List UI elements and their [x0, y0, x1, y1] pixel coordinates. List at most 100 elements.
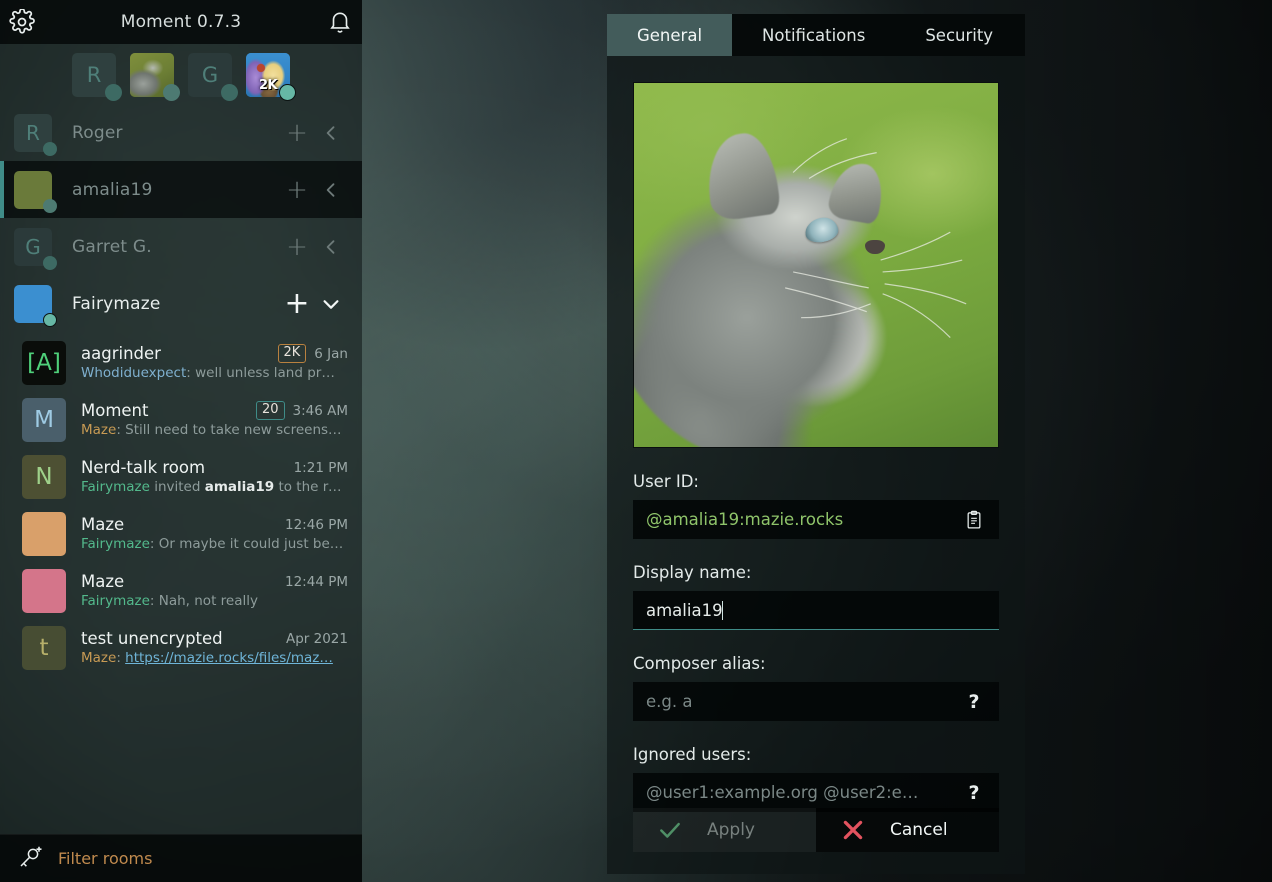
cancel-button[interactable]: Cancel: [816, 808, 999, 852]
room-text-block: test unencrypted Apr 2021 Maze: https://ma…: [81, 629, 348, 666]
preview-text: :: [116, 650, 126, 666]
clipboard-icon[interactable]: [959, 510, 989, 530]
add-room-plus-icon[interactable]: +: [280, 177, 314, 203]
room-text-block: aagrinder 2K 6 Jan Whodiduexpect: well unle…: [81, 344, 348, 381]
check-icon: [633, 817, 707, 843]
account-avatar: [14, 284, 57, 327]
room-list-item[interactable]: Maze 12:44 PM Fairymaze: Nah, not really: [0, 562, 362, 619]
account-name: Fairymaze: [72, 293, 161, 314]
settings-action-row: Apply Cancel: [633, 808, 999, 852]
room-list: [A] aagrinder 2K 6 Jan Whodiduexpect: well u…: [0, 332, 362, 676]
field-ignored-users[interactable]: @user1:example.org @user2:e…?: [633, 773, 999, 812]
presence-dot: [43, 141, 57, 156]
preview-text: : Nah, not really: [149, 593, 258, 609]
field-value: amalia19: [646, 600, 723, 620]
field-label: Composer alias:: [633, 654, 766, 673]
app-title: Moment 0.7.3: [120, 12, 242, 32]
help-question-icon[interactable]: ?: [959, 691, 989, 713]
kitten-photo: [634, 83, 998, 447]
account-name: Garret G.: [72, 236, 152, 257]
room-title-row: Maze 12:44 PM: [81, 572, 348, 591]
presence-dot: [221, 84, 238, 101]
preview-mention: amalia19: [204, 479, 275, 495]
presence-dot: [43, 198, 57, 213]
preview-text: invited: [149, 479, 205, 495]
room-list-item[interactable]: Maze 12:46 PM Fairymaze: Or maybe it could…: [0, 505, 362, 562]
room-preview: Maze: https://mazie.rocks/files/maz…: [81, 650, 348, 666]
room-avatar: [22, 511, 66, 556]
notifications-bell-button[interactable]: [318, 0, 362, 44]
room-preview: Fairymaze: Or maybe it could just be…: [81, 536, 348, 552]
avatar-initial: G: [201, 63, 219, 87]
account-row-roger[interactable]: R Roger +: [0, 104, 362, 161]
preview-link[interactable]: https://mazie.rocks/files/maz…: [125, 650, 333, 666]
field-display-name[interactable]: amalia19: [633, 591, 999, 630]
room-text-block: Maze 12:46 PM Fairymaze: Or maybe it could…: [81, 515, 348, 552]
preview-tail: to the ro…: [274, 479, 348, 495]
chevron-left-icon[interactable]: [314, 180, 348, 200]
room-list-item[interactable]: M Moment 20 3:46 AM Maze: Still need to take…: [0, 391, 362, 448]
help-question-icon[interactable]: ?: [959, 782, 989, 804]
add-room-plus-icon[interactable]: +: [280, 120, 314, 146]
tab-notifications[interactable]: Notifications: [732, 14, 895, 56]
field-composer-alias[interactable]: e.g. a?: [633, 682, 999, 721]
account-row-amalia19[interactable]: amalia19 +: [0, 161, 362, 218]
avatar-initial: R: [26, 120, 40, 145]
room-title-row: Maze 12:46 PM: [81, 515, 348, 534]
account-avatar-4[interactable]: 2K: [246, 53, 296, 101]
account-avatar-strip: R G 2K: [0, 44, 362, 104]
room-name: Nerd-talk room: [81, 458, 206, 477]
settings-tabs: General Notifications Security: [607, 14, 1025, 56]
field-user-id[interactable]: @amalia19:mazie.rocks: [633, 500, 999, 539]
chevron-down-icon[interactable]: [314, 293, 348, 315]
room-list-item[interactable]: N Nerd-talk room 1:21 PM Fairymaze invited …: [0, 448, 362, 505]
sidebar: Moment 0.7.3 R G 2K R Roger + amalia19 + G Garre…: [0, 0, 362, 882]
field-value: @amalia19:mazie.rocks: [646, 510, 844, 529]
account-avatar-2[interactable]: [130, 53, 180, 101]
settings-gear-button[interactable]: [0, 0, 44, 44]
apply-button[interactable]: Apply: [633, 808, 816, 852]
room-list-item[interactable]: [A] aagrinder 2K 6 Jan Whodiduexpect: well u…: [0, 334, 362, 391]
account-row-garret-g[interactable]: G Garret G. +: [0, 218, 362, 275]
settings-panel-body: User ID: @amalia19:mazie.rocks Display nam…: [607, 56, 1025, 812]
room-text-block: Maze 12:44 PM Fairymaze: Nah, not really: [81, 572, 348, 609]
preview-text: : Still need to take new screens…: [116, 422, 342, 438]
avatar-initial: t: [39, 634, 49, 661]
account-avatar: R: [14, 113, 57, 156]
room-list-item[interactable]: t test unencrypted Apr 2021 Maze: https://m…: [0, 619, 362, 676]
avatar-initial: M: [34, 406, 54, 433]
room-preview: Fairymaze: Nah, not really: [81, 593, 348, 609]
unread-badge: 2K: [277, 344, 307, 363]
account-avatar-1[interactable]: R: [72, 53, 122, 101]
unread-badge: 20: [255, 401, 285, 420]
room-avatar: [22, 568, 66, 613]
filter-rooms-bar[interactable]: Filter rooms: [0, 834, 362, 882]
profile-avatar-image[interactable]: [633, 82, 999, 448]
cancel-label: Cancel: [890, 820, 948, 840]
filter-rooms-placeholder: Filter rooms: [58, 849, 153, 868]
chevron-left-icon[interactable]: [314, 123, 348, 143]
tab-security[interactable]: Security: [895, 14, 1023, 56]
add-room-plus-icon[interactable]: +: [280, 288, 314, 319]
chevron-left-icon[interactable]: [314, 237, 348, 257]
room-timestamp: 3:46 AM: [292, 402, 349, 419]
room-timestamp: 1:21 PM: [293, 459, 348, 476]
tab-general[interactable]: General: [607, 14, 733, 56]
add-room-plus-icon[interactable]: +: [280, 234, 314, 260]
avatar-unread-badge: 2K: [258, 77, 278, 93]
account-row-fairymaze[interactable]: Fairymaze +: [0, 275, 362, 332]
presence-dot: [43, 312, 57, 327]
account-avatar-3[interactable]: G: [188, 53, 238, 101]
settings-fields: User ID: @amalia19:mazie.rocks Display nam…: [633, 472, 999, 812]
room-title-row: Nerd-talk room 1:21 PM: [81, 458, 348, 477]
avatar-initial: R: [86, 63, 102, 87]
presence-dot: [43, 255, 57, 270]
account-name: amalia19: [72, 179, 153, 200]
avatar-initial: N: [35, 463, 53, 490]
room-preview: Maze: Still need to take new screens…: [81, 422, 348, 438]
text-caret: [721, 600, 724, 620]
preview-sender: Fairymaze: [81, 593, 150, 609]
room-name: test unencrypted: [81, 629, 223, 648]
account-avatar: G: [14, 227, 57, 270]
room-title-row: Moment 20 3:46 AM: [81, 401, 348, 420]
